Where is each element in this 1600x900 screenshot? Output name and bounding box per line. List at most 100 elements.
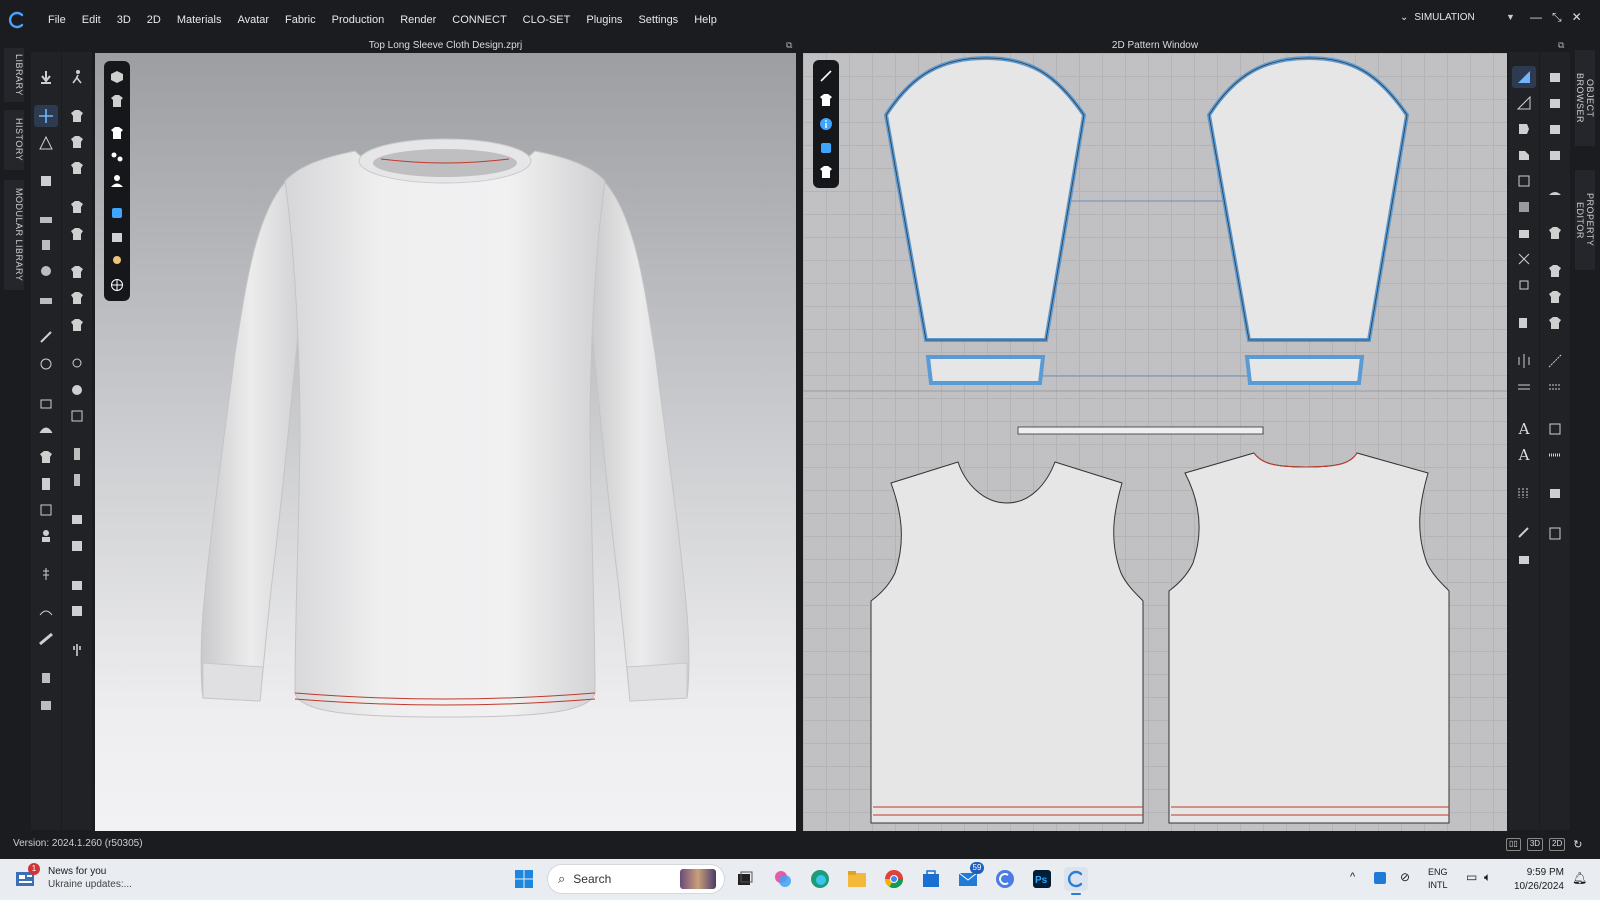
zipper-icon[interactable]: [34, 563, 58, 585]
minimize-icon[interactable]: —: [1530, 10, 1542, 25]
trim-2-icon[interactable]: [65, 574, 89, 596]
fold-arrangement-icon[interactable]: [34, 170, 58, 192]
steam-icon[interactable]: [34, 353, 58, 375]
menu-connect[interactable]: CONNECT: [444, 0, 514, 40]
graphic-2d-icon[interactable]: [1543, 286, 1567, 308]
view-2d-button[interactable]: 2D: [1549, 838, 1566, 851]
mail-icon[interactable]: 59: [956, 862, 984, 891]
language-indicator[interactable]: ENG INTL: [1428, 866, 1448, 892]
check-sewing-icon[interactable]: [1543, 118, 1567, 140]
zipper-2d-icon[interactable]: [1543, 482, 1567, 504]
simulate-icon[interactable]: [34, 66, 58, 88]
system-clock[interactable]: 9:59 PM 10/26/2024: [1512, 866, 1564, 894]
menu-materials[interactable]: Materials: [169, 0, 230, 40]
fold-icon[interactable]: [65, 196, 89, 218]
fold-line-icon[interactable]: [1512, 376, 1536, 398]
notch-icon[interactable]: [1512, 274, 1536, 296]
tray-network-icon[interactable]: ⊘: [1400, 870, 1410, 884]
volume-icon[interactable]: 🔈︎: [1484, 870, 1491, 885]
pin-icon[interactable]: [34, 234, 58, 256]
uv-editor-icon[interactable]: [65, 508, 89, 530]
sewing-icon-1[interactable]: [65, 105, 89, 127]
select-mesh-icon[interactable]: [34, 132, 58, 154]
mode-selector[interactable]: ⌄ SIMULATION: [1400, 12, 1475, 23]
unfold-icon[interactable]: [65, 223, 89, 245]
fabric-2d-icon[interactable]: [1543, 222, 1567, 244]
3d-window-maximize-icon[interactable]: ⧉: [786, 40, 792, 51]
trace-icon[interactable]: [1512, 222, 1536, 244]
clo-taskbar-icon[interactable]: [1064, 867, 1088, 895]
puckering-2-icon[interactable]: [65, 443, 89, 465]
puckering-icon[interactable]: [34, 602, 58, 624]
steam-2d-icon[interactable]: [1543, 182, 1567, 204]
garment-fit-icon[interactable]: [34, 499, 58, 521]
brush-icon[interactable]: [34, 326, 58, 348]
clo-logo-icon[interactable]: [0, 0, 34, 40]
3d-viewport[interactable]: [95, 53, 796, 831]
show-avatar-icon[interactable]: [34, 393, 58, 415]
topstitch-2d-icon[interactable]: [1543, 376, 1567, 398]
tack-icon[interactable]: [34, 209, 58, 231]
refresh-icon[interactable]: ↻: [1571, 838, 1584, 851]
menu-file[interactable]: File: [40, 0, 74, 40]
layer-icon[interactable]: [34, 473, 58, 495]
segment-sewing-icon[interactable]: [1543, 66, 1567, 88]
file-explorer-icon[interactable]: [845, 867, 869, 891]
transform-pattern-icon[interactable]: [1512, 66, 1536, 88]
clo-app-icon-2[interactable]: [993, 867, 1017, 891]
trim-2d-icon[interactable]: [1543, 312, 1567, 334]
texture-icon[interactable]: [65, 261, 89, 283]
tray-display-icon[interactable]: ▭: [1466, 870, 1477, 884]
button-icon[interactable]: [34, 667, 58, 689]
menu-3d[interactable]: 3D: [109, 0, 139, 40]
photoshop-icon[interactable]: Ps: [1030, 867, 1054, 891]
free-sewing-icon[interactable]: [1512, 548, 1536, 570]
sewing-2d-icon[interactable]: [1512, 522, 1536, 544]
shirt-fit-icon[interactable]: [34, 446, 58, 468]
piping-2d-icon[interactable]: [1543, 522, 1567, 544]
menu-clo-set[interactable]: CLO-SET: [515, 0, 579, 40]
avatar-size-icon[interactable]: [34, 525, 58, 547]
restore-icon[interactable]: ⤡: [1552, 10, 1562, 25]
menu-plugins[interactable]: Plugins: [578, 0, 630, 40]
menu-settings[interactable]: Settings: [630, 0, 686, 40]
tray-app-icon[interactable]: [1374, 872, 1386, 884]
menu-production[interactable]: Production: [324, 0, 393, 40]
rectangle-icon[interactable]: [1512, 144, 1536, 166]
select-move-icon[interactable]: [34, 105, 58, 127]
graphic-icon[interactable]: [65, 287, 89, 309]
2d-window-maximize-icon[interactable]: ⧉: [1558, 40, 1564, 51]
ruler-2d-icon[interactable]: [1543, 444, 1567, 466]
2d-pattern-viewport[interactable]: [803, 53, 1507, 831]
grain-icon[interactable]: [1512, 312, 1536, 334]
menu-edit[interactable]: Edit: [74, 0, 109, 40]
close-icon[interactable]: ✕: [1572, 10, 1582, 25]
texture-2d-edit-icon[interactable]: [1543, 260, 1567, 282]
notification-bell-icon[interactable]: 🔔︎: [1572, 871, 1587, 885]
store-icon[interactable]: [919, 867, 943, 891]
trim-icon[interactable]: [65, 314, 89, 336]
menu-help[interactable]: Help: [686, 0, 725, 40]
edit-pattern-icon[interactable]: [1512, 92, 1536, 114]
tab-library[interactable]: LIBRARY: [4, 48, 24, 102]
seamline-icon[interactable]: [65, 405, 89, 427]
edit-sewing-icon[interactable]: [1543, 144, 1567, 166]
measure-icon[interactable]: [34, 289, 58, 311]
zipper-2-icon[interactable]: [65, 639, 89, 661]
dart-icon[interactable]: [1512, 196, 1536, 218]
tape-icon[interactable]: [34, 628, 58, 650]
taskbar-search[interactable]: ⌕ Search: [547, 864, 725, 894]
tab-history[interactable]: HISTORY: [4, 110, 24, 170]
internal-polygon-icon[interactable]: [1512, 170, 1536, 192]
m-n-sewing-icon[interactable]: [1543, 92, 1567, 114]
tab-modular-library[interactable]: MODULAR LIBRARY: [4, 180, 24, 290]
stitch-icon[interactable]: [65, 352, 89, 374]
polygon-icon[interactable]: [1512, 118, 1536, 140]
menu-render[interactable]: Render: [392, 0, 444, 40]
topstitch-icon[interactable]: [65, 379, 89, 401]
copilot-icon[interactable]: [771, 867, 795, 891]
avatar-pose-icon[interactable]: [34, 418, 58, 440]
2d-patterns[interactable]: [803, 53, 1507, 831]
grading-icon[interactable]: [1512, 482, 1536, 504]
line-2d-icon[interactable]: [1543, 350, 1567, 372]
